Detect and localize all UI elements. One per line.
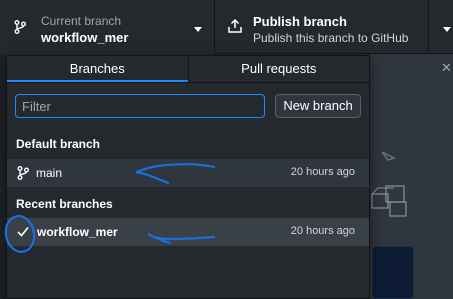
- branch-dropdown: Branches Pull requests New branch Defaul…: [6, 55, 370, 299]
- background-button: [372, 246, 414, 299]
- current-branch-button[interactable]: Current branch workflow_mer: [0, 0, 215, 54]
- tab-pull-requests[interactable]: Pull requests: [187, 56, 370, 82]
- git-branch-icon: [14, 20, 26, 34]
- upload-icon: [228, 19, 242, 33]
- dropdown-tabs: Branches Pull requests: [7, 56, 369, 83]
- publish-branch-title: Publish branch: [253, 14, 347, 29]
- tab-branches[interactable]: Branches: [7, 56, 188, 82]
- branch-time: 20 hours ago: [290, 225, 355, 237]
- branch-row-workflow-mer[interactable]: workflow_mer 20 hours ago: [7, 218, 369, 246]
- branch-row-main[interactable]: main 20 hours ago: [7, 159, 369, 187]
- branch-time: 20 hours ago: [290, 166, 355, 178]
- publish-options-button[interactable]: [429, 0, 453, 54]
- check-icon: [17, 226, 29, 237]
- branch-name: main: [36, 166, 63, 180]
- publish-branch-subtitle: Publish this branch to GitHub: [253, 31, 409, 45]
- current-branch-value: workflow_mer: [41, 30, 129, 45]
- filter-input[interactable]: [15, 94, 265, 118]
- current-branch-label: Current branch: [41, 14, 122, 28]
- toolbar: Current branch workflow_mer Publish bran…: [0, 0, 453, 54]
- recent-branches-header: Recent branches: [16, 197, 113, 211]
- new-branch-button[interactable]: New branch: [275, 94, 361, 118]
- default-branch-header: Default branch: [16, 137, 101, 151]
- chevron-down-icon: [443, 27, 451, 32]
- close-icon[interactable]: ✕: [441, 60, 452, 76]
- git-branch-icon: [17, 166, 29, 180]
- empty-state-illustration: [371, 151, 407, 217]
- publish-branch-button[interactable]: Publish branch Publish this branch to Gi…: [215, 0, 429, 54]
- caret-up-icon: [194, 27, 202, 32]
- branch-name: workflow_mer: [37, 225, 118, 239]
